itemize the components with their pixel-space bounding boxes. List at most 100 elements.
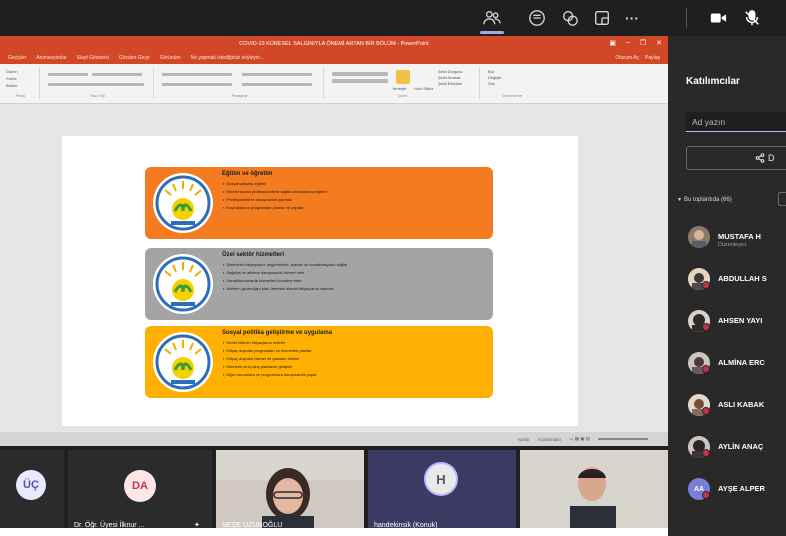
section-action-button[interactable] — [778, 192, 786, 206]
tab-slayt-gosterisi[interactable]: Slayt Gösterisi — [77, 55, 109, 61]
ribbon-group-editing: Bul Değiştir Seç Düzenleme — [482, 67, 542, 99]
share-invite-button[interactable]: D — [686, 146, 786, 170]
card-bullet: İhtiyaç duyulan hizmet ve yasaları belir… — [223, 355, 317, 363]
slide-card-social-policy: Sosyal politika geliştirme ve uygulama H… — [145, 326, 493, 398]
ribbon-section-label[interactable]: Bölüm — [6, 83, 17, 88]
tell-me-search[interactable]: Ne yapmak istediğinizi söyleyin... — [191, 55, 264, 61]
ribbon-display-icon[interactable]: ▣ — [609, 39, 616, 47]
avatar: H — [424, 462, 458, 496]
align-buttons[interactable] — [162, 83, 232, 86]
participant-row[interactable]: ALMİNA ERC — [688, 348, 786, 376]
shape-effects-label[interactable]: Şekil Efektleri — [438, 81, 462, 87]
participant-row[interactable]: ABDULLAH S — [688, 264, 786, 292]
participant-role: Düzenleyici — [718, 242, 747, 248]
card-bullet: Ailelerin güvenliğini plan üretmek hizme… — [223, 285, 347, 293]
share-link[interactable]: Paylaş — [645, 55, 660, 61]
tab-animasyonlar[interactable]: Animasyonlar — [36, 55, 66, 61]
minimize-icon[interactable]: – — [626, 39, 630, 47]
view-buttons[interactable]: ▭ ▦ ▣ ▤ — [569, 436, 590, 442]
participant-name: ABDULLAH S — [718, 274, 767, 283]
ribbon-reset-label[interactable]: Sıfırla — [6, 76, 16, 81]
font-name-box[interactable] — [48, 73, 88, 76]
participant-search-input[interactable]: Ad yazın — [686, 112, 786, 132]
tab-gozden-gecir[interactable]: Gözden Geçir — [119, 55, 150, 61]
notes-button[interactable]: Notlar — [518, 437, 530, 442]
participants-panel: Katılımcılar Ad yazın D ▾ Bu toplantıda … — [668, 36, 786, 536]
card-bullet-list: Sosyal çalışma eğitimi Hizmet sunan prof… — [223, 180, 326, 212]
camera-icon[interactable] — [706, 6, 730, 30]
text-direction-buttons[interactable] — [242, 73, 312, 76]
comments-button[interactable]: Açıklamalar — [538, 437, 562, 442]
logo — [153, 332, 213, 392]
participant-row[interactable]: AHSEN YAYI — [688, 306, 786, 334]
muted-status-icon — [702, 449, 710, 457]
arrange-label[interactable]: Yerleştir — [392, 86, 406, 91]
slide[interactable]: Eğitim ve öğretim Sosyal çalışma eğitimi… — [62, 136, 578, 426]
font-size-controls[interactable] — [92, 73, 142, 76]
close-icon[interactable]: ✕ — [656, 39, 662, 47]
share-icon — [755, 153, 765, 163]
chevron-down-icon: ▾ — [678, 197, 682, 203]
participant-tile[interactable]: ÜÇ — [0, 450, 64, 532]
bottom-edge — [0, 528, 668, 536]
participant-name: ALMİNA ERC — [718, 358, 765, 367]
select-button[interactable]: Seç — [488, 81, 502, 87]
card-bullet: Sağlıkla ve ailelere danışmanlık hizmet … — [223, 269, 347, 277]
shapes-gallery[interactable] — [332, 72, 388, 76]
in-meeting-section-header[interactable]: ▾ Bu toplantıda (66) — [678, 196, 732, 204]
ribbon-group-label: Paragraf — [231, 93, 248, 98]
card-bullet: Şirketlerin ihtiyaçlarını değerlendirir,… — [223, 261, 347, 269]
muted-status-icon — [702, 281, 710, 289]
font-format-buttons[interactable] — [48, 83, 144, 86]
video-gallery-strip: ÜÇ DA Dr. Öğr. Üyesi İlknur ... ✦ NEŞE U… — [0, 446, 668, 536]
ppt-ribbon-tabs: Geçişler Animasyonlar Slayt Gösterisi Gö… — [0, 52, 668, 64]
chat-icon[interactable] — [525, 6, 549, 30]
card-bullet: Hedef kitlenin ihtiyaçlarını belirler — [223, 339, 317, 347]
meeting-toolbar: ··· — [0, 0, 786, 36]
participant-row[interactable]: AA AYŞE ALPER — [688, 474, 786, 502]
participant-row[interactable]: AYLİN ANAÇ — [688, 432, 786, 460]
avatar: ÜÇ — [16, 470, 46, 500]
muted-status-icon — [702, 407, 710, 415]
slide-card-private-sector: Özel sektör hizmetleri Şirketlerin ihtiy… — [145, 248, 493, 320]
smartart-button[interactable] — [242, 83, 312, 86]
more-icon[interactable]: ··· — [620, 6, 644, 30]
shared-screen-powerpoint: COVID-19 KÜRESEL SALGINIYLA ÖNEMİ ARTAN … — [0, 36, 668, 446]
ribbon-group-drawing: Yerleştir Hızlı Stiller Şekil Dolgusu Şe… — [326, 67, 480, 99]
participant-tile[interactable]: DA Dr. Öğr. Üyesi İlknur ... ✦ — [68, 450, 212, 532]
sign-in-link[interactable]: Oturum Aç — [615, 55, 639, 61]
rooms-icon[interactable] — [590, 6, 614, 30]
muted-status-icon — [702, 323, 710, 331]
tab-gecisler[interactable]: Geçişler — [8, 55, 26, 61]
tab-gorunum[interactable]: Görünüm — [160, 55, 181, 61]
reactions-icon[interactable] — [558, 6, 582, 30]
ribbon-group-label: Çizim — [397, 93, 408, 98]
shapes-gallery-row2[interactable] — [332, 79, 388, 83]
card-bullet: Hizmet sunan profesyonellere sağlık uzma… — [223, 188, 326, 196]
webcam-video — [216, 450, 364, 532]
mic-off-icon[interactable] — [740, 6, 764, 30]
zoom-slider[interactable] — [598, 438, 648, 440]
card-title: Eğitim ve öğretim — [222, 171, 273, 177]
teams-meeting-window: ··· COVID-19 KÜRESEL SALGINIYLA ÖNEMİ AR… — [0, 0, 786, 536]
participant-video-tile[interactable] — [520, 450, 668, 532]
participant-row[interactable]: ASLI KABAK — [688, 390, 786, 418]
ppt-status-bar: Notlar Açıklamalar ▭ ▦ ▣ ▤ — [0, 432, 668, 446]
participant-row[interactable]: MUSTAFA H Düzenleyici — [688, 222, 786, 250]
participant-name: AHSEN YAYI — [718, 316, 763, 325]
ribbon-layout-label[interactable]: Düzen — [6, 69, 18, 74]
card-bullet: İhtiyaç duyulan programları ve hizmetler… — [223, 347, 317, 355]
arrange-icon[interactable] — [396, 70, 410, 84]
quick-styles-label[interactable]: Hızlı Stiller — [414, 86, 433, 91]
slide-card-education: Eğitim ve öğretim Sosyal çalışma eğitimi… — [145, 167, 493, 239]
participant-video-tile[interactable]: NEŞE UZUNOĞLU — [216, 450, 364, 532]
maximize-icon[interactable]: ❐ — [640, 39, 646, 47]
panel-title: Katılımcılar — [686, 76, 740, 87]
ppt-title-bar: COVID-19 KÜRESEL SALGINIYLA ÖNEMİ ARTAN … — [0, 36, 668, 52]
participant-tile[interactable]: H handekinsik (Konuk) — [368, 450, 516, 532]
logo — [153, 173, 213, 233]
participants-icon[interactable] — [480, 6, 504, 30]
shape-format-list: Şekil Dolgusu Şekil Anahat Şekil Efektle… — [438, 69, 462, 87]
list-buttons[interactable] — [162, 73, 232, 76]
editing-list: Bul Değiştir Seç — [488, 69, 502, 87]
